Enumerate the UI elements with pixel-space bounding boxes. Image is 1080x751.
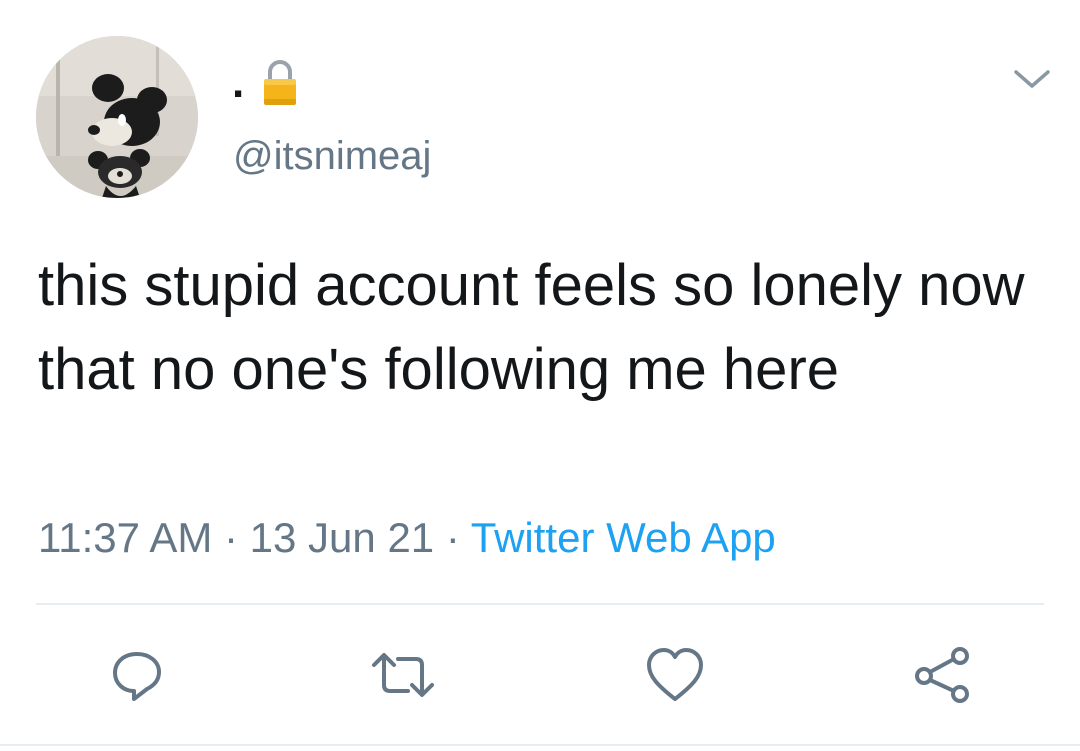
heart-icon xyxy=(647,648,703,701)
divider xyxy=(36,603,1044,605)
tweet-time[interactable]: 11:37 AM xyxy=(38,514,212,561)
lock-icon xyxy=(262,60,298,106)
tweet-text: this stupid account feels so lonely now … xyxy=(38,253,1025,402)
avatar[interactable] xyxy=(36,36,198,198)
cartoon-mouse-avatar-icon xyxy=(36,36,198,198)
author-handle[interactable]: @itsnimeaj xyxy=(233,134,431,179)
action-bar xyxy=(0,640,1080,710)
share-icon xyxy=(915,647,969,703)
author-display-name[interactable]: . xyxy=(232,58,298,108)
reply-button[interactable] xyxy=(102,640,172,710)
comment-icon xyxy=(113,652,161,701)
meta-separator: · xyxy=(434,514,471,561)
like-button[interactable] xyxy=(640,640,710,710)
retweet-icon xyxy=(372,653,434,697)
tweet-card: . @itsnimeaj this stupid account feels s… xyxy=(0,0,1080,751)
chevron-down-icon[interactable] xyxy=(1012,64,1052,94)
tweet-date[interactable]: 13 Jun 21 xyxy=(250,514,435,561)
share-button[interactable] xyxy=(908,640,978,710)
bottom-divider xyxy=(0,744,1080,746)
display-name-text: . xyxy=(232,58,245,107)
tweet-source-link[interactable]: Twitter Web App xyxy=(471,514,776,561)
tweet-meta: 11:37 AM · 13 Jun 21 · Twitter Web App xyxy=(38,514,776,562)
meta-separator: · xyxy=(212,514,250,561)
retweet-button[interactable] xyxy=(368,640,438,710)
